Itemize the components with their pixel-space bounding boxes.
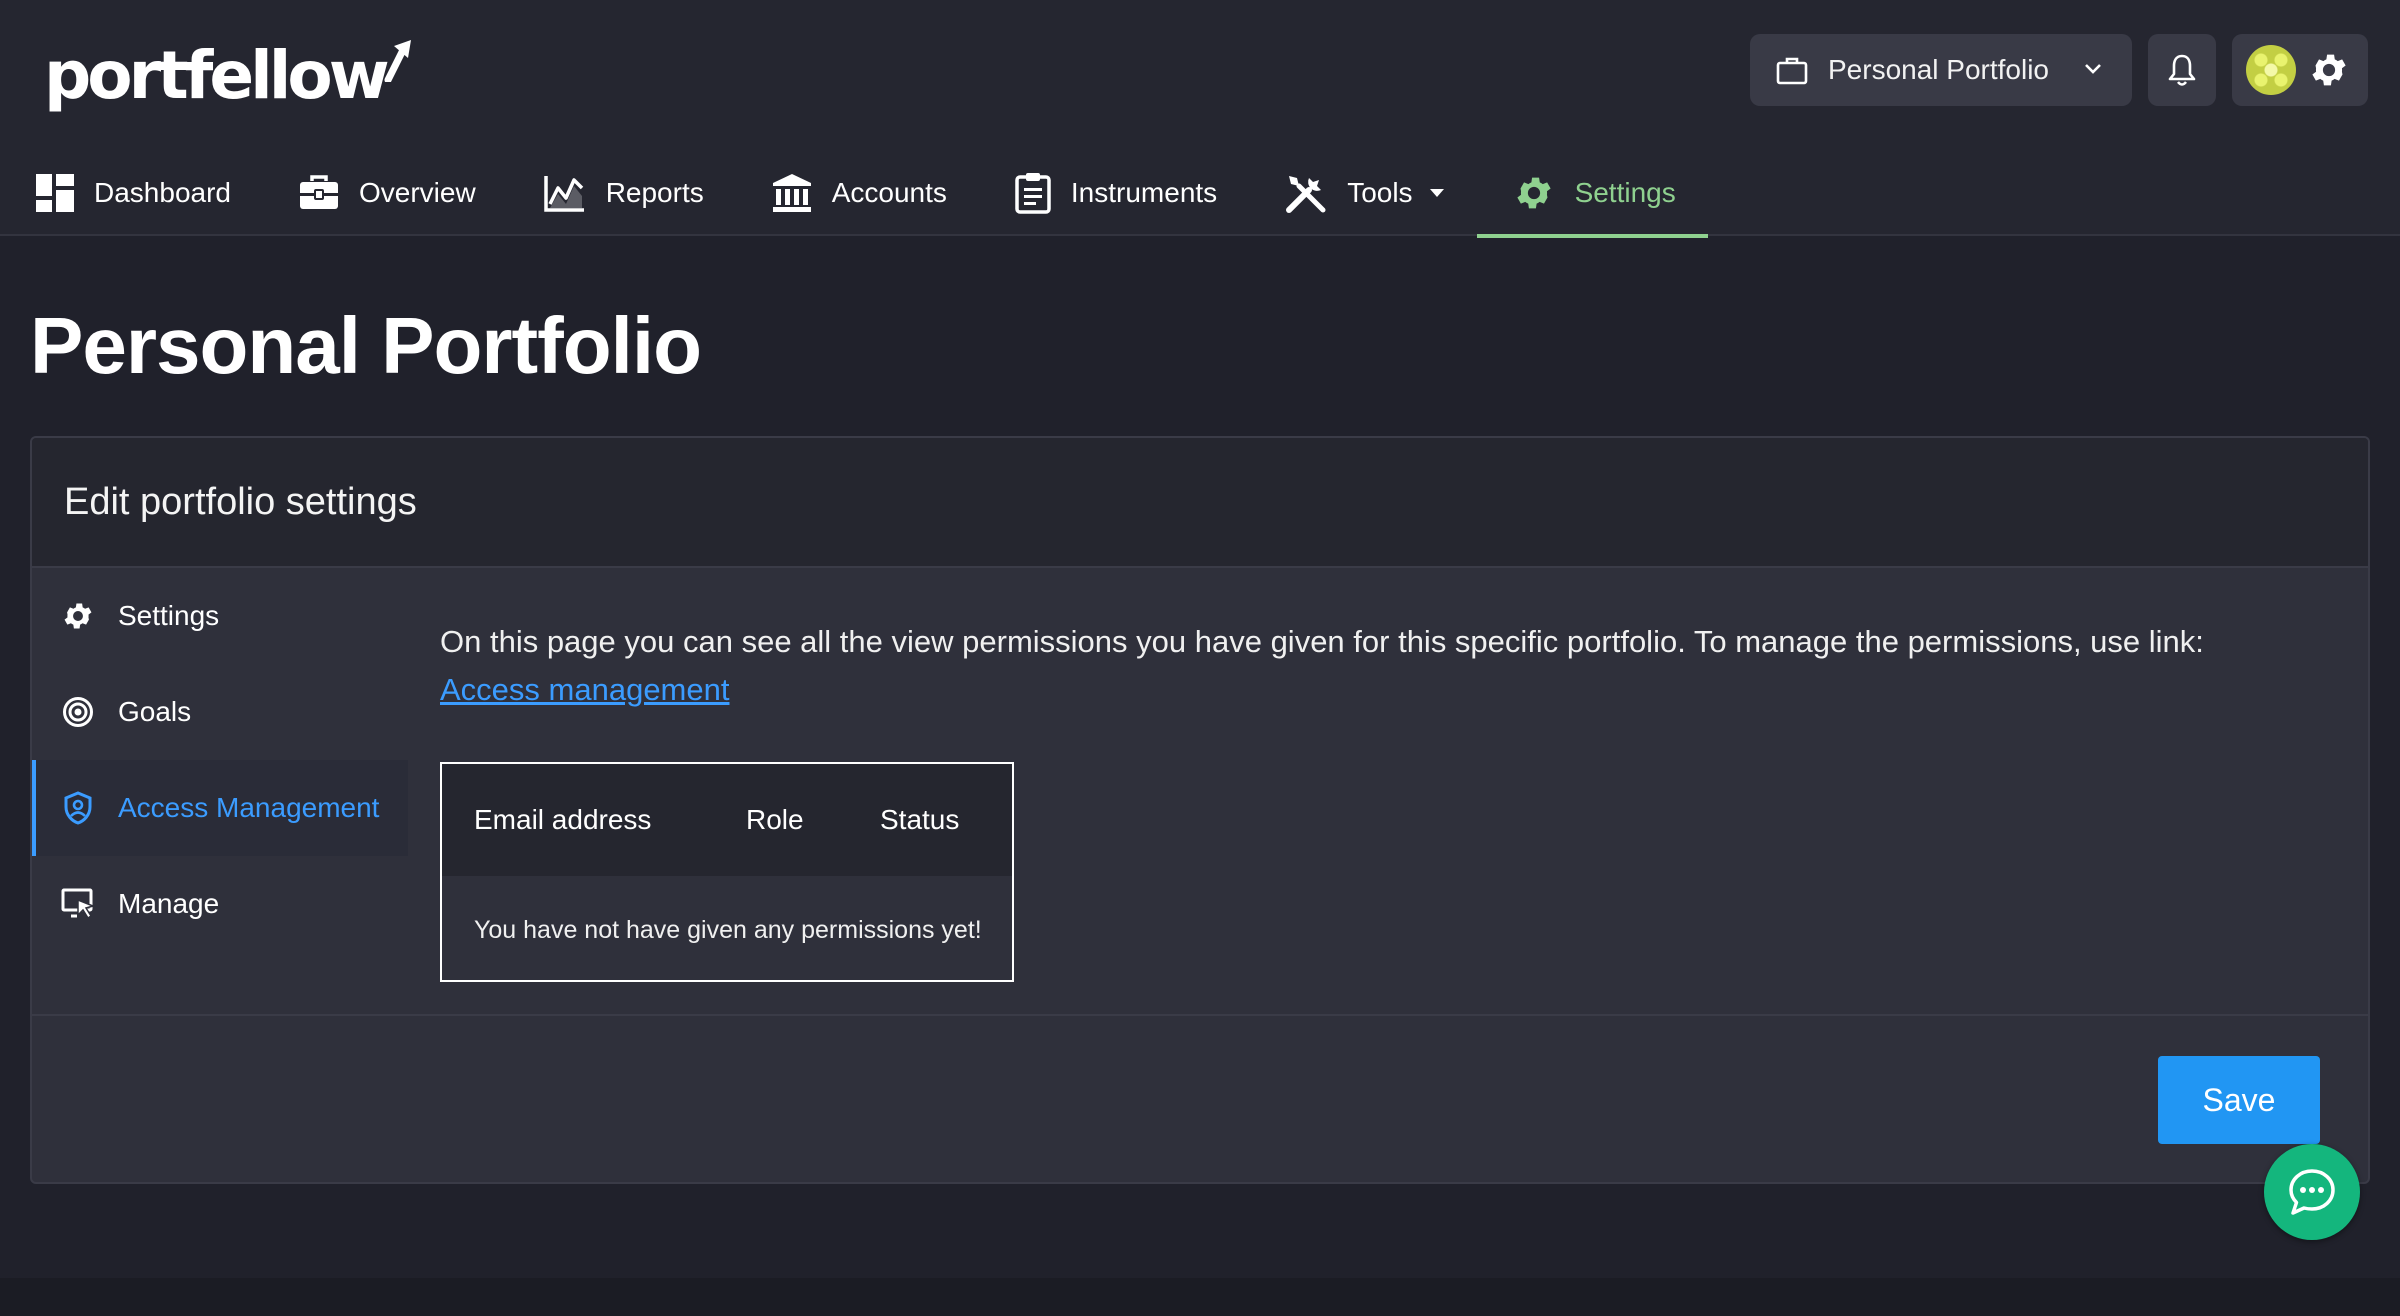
- dashboard-icon: [36, 174, 74, 212]
- nav-label: Accounts: [831, 177, 947, 208]
- description-text: On this page you can see all the view pe…: [440, 624, 2204, 659]
- permissions-table: Email address Role Status You have not h…: [440, 762, 1014, 982]
- notifications-button[interactable]: [2148, 34, 2216, 106]
- tools-icon: [1285, 172, 1327, 214]
- nav-label: Dashboard: [94, 177, 231, 208]
- sidebar-item-label: Manage: [118, 888, 220, 919]
- settings-sidebar: Settings Goals Access Management Manage: [32, 568, 408, 952]
- nav-item-reports[interactable]: Reports: [508, 150, 704, 236]
- user-settings-button[interactable]: [2232, 34, 2368, 106]
- briefcase-outline-icon: [1776, 57, 1808, 85]
- sidebar-item-goals[interactable]: Goals: [32, 664, 408, 760]
- chat-button[interactable]: [2264, 1144, 2360, 1240]
- card-footer: Save: [32, 1014, 2368, 1182]
- card-header: Edit portfolio settings: [32, 438, 2368, 568]
- target-icon: [60, 696, 96, 728]
- sidebar-item-settings[interactable]: Settings: [32, 568, 408, 664]
- gear-icon: [2312, 54, 2346, 86]
- chat-bubble-icon: [2289, 1169, 2335, 1215]
- clipboard-icon: [1015, 172, 1051, 214]
- logo-arrow-icon: [384, 40, 411, 82]
- nav-item-settings[interactable]: Settings: [1476, 150, 1708, 238]
- sidebar-item-label: Goals: [118, 696, 192, 727]
- sidebar-item-manage[interactable]: Manage: [32, 856, 408, 952]
- nav-label: Settings: [1574, 177, 1676, 208]
- nav-item-dashboard[interactable]: Dashboard: [0, 150, 231, 236]
- nav-item-instruments[interactable]: Instruments: [979, 150, 1217, 236]
- nav-label: Reports: [605, 177, 704, 208]
- shield-user-icon: [60, 791, 96, 825]
- bank-icon: [772, 173, 812, 213]
- briefcase-icon: [299, 175, 339, 211]
- settings-card: Edit portfolio settings Settings Goals A…: [30, 436, 2370, 1184]
- caret-down-icon: [1429, 189, 1444, 197]
- column-status: Status: [880, 804, 960, 835]
- table-header: Email address Role Status: [442, 764, 1012, 876]
- gear-icon: [60, 599, 96, 633]
- main-nav: Dashboard Overview Reports Accounts Inst…: [0, 150, 1708, 238]
- portfolio-selector-label: Personal Portfolio: [1828, 54, 2050, 85]
- save-button[interactable]: Save: [2158, 1056, 2320, 1144]
- chart-line-icon: [543, 174, 586, 212]
- nav-item-tools[interactable]: Tools: [1249, 150, 1444, 236]
- sidebar-item-label: Access Management: [118, 792, 380, 823]
- sidebar-item-label: Settings: [118, 600, 220, 631]
- nav-item-overview[interactable]: Overview: [263, 150, 476, 236]
- bell-icon: [2168, 54, 2196, 86]
- empty-table-message: You have not have given any permissions …: [474, 916, 982, 944]
- page-bottom-strip: [0, 1278, 2400, 1316]
- nav-label: Instruments: [1070, 177, 1218, 208]
- access-management-content: On this page you can see all the view pe…: [440, 618, 2350, 714]
- avatar: [2246, 45, 2296, 95]
- logo-text: portfellow: [44, 36, 390, 114]
- monitor-pointer-icon: [60, 888, 96, 920]
- chevron-down-icon: [2085, 64, 2101, 74]
- column-role: Role: [746, 804, 804, 835]
- card-title: Edit portfolio settings: [64, 480, 417, 523]
- permissions-description: On this page you can see all the view pe…: [440, 618, 2350, 714]
- top-bar: portfellow Personal Portfolio Dashboard …: [0, 0, 2400, 238]
- sidebar-item-access-management[interactable]: Access Management: [32, 760, 408, 856]
- access-management-link[interactable]: Access management: [440, 672, 729, 707]
- nav-item-accounts[interactable]: Accounts: [736, 150, 947, 236]
- page-title: Personal Portfolio: [30, 301, 702, 390]
- nav-label: Overview: [358, 177, 476, 208]
- nav-label: Tools: [1347, 177, 1413, 208]
- portfolio-selector[interactable]: Personal Portfolio: [1750, 34, 2132, 106]
- column-email: Email address: [474, 804, 652, 835]
- gear-icon: [1513, 172, 1555, 214]
- portfellow-logo[interactable]: portfellow: [44, 30, 414, 120]
